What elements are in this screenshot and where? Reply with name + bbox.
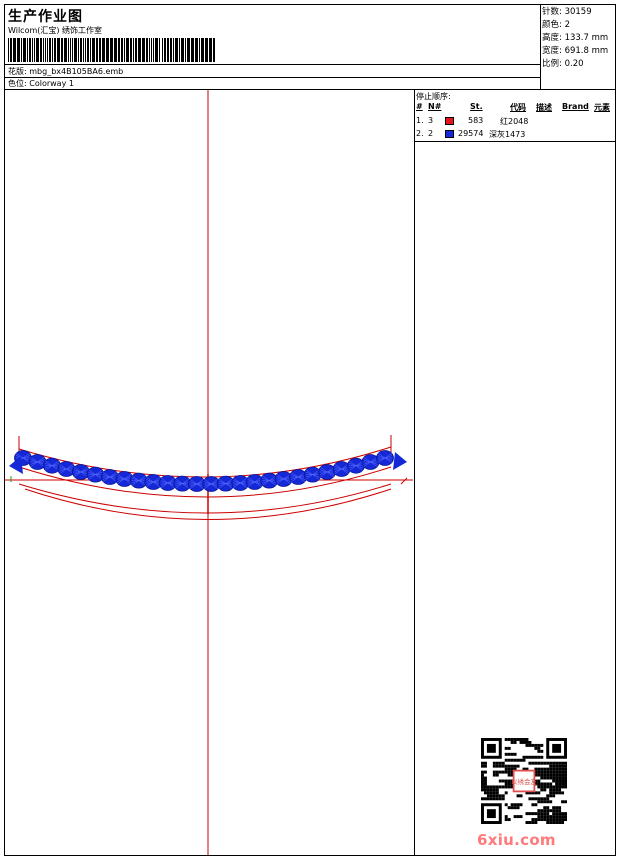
spec-scale: 比例: 0.20 xyxy=(542,59,584,69)
design-preview xyxy=(5,90,413,855)
spec-height: 高度: 133.7 mm xyxy=(542,33,609,43)
spec-colors: 颜色: 2 xyxy=(542,20,570,30)
spec-stitches: 针数: 30159 xyxy=(542,7,592,17)
seal-text: 以绣会友 xyxy=(511,777,538,786)
production-worksheet: 生产作业图 Wilcom(汇宝) 绣饰工作室 花版: mbg_bx4B105BA… xyxy=(4,4,616,856)
barcode-icon xyxy=(8,38,215,62)
color-swatch xyxy=(445,130,454,138)
divider xyxy=(5,64,541,65)
spec-width: 宽度: 691.8 mm xyxy=(542,46,609,56)
col-needle: N# xyxy=(428,102,442,111)
design-file-row: 花版: mbg_bx4B105BA6.emb xyxy=(8,66,123,77)
design-file-name: mbg_bx4B105BA6.emb xyxy=(29,67,124,76)
color-swatch xyxy=(445,117,454,125)
site-logo: 6xiu.com xyxy=(477,831,556,849)
company-name: Wilcom(汇宝) 绣饰工作室 xyxy=(8,26,103,35)
col-element: 元素 xyxy=(594,103,610,112)
divider xyxy=(414,141,615,142)
col-brand: Brand xyxy=(562,102,589,111)
colorway-label: 色位: xyxy=(8,79,27,88)
band-end-right xyxy=(393,452,407,470)
col-stitches: St. xyxy=(470,102,483,111)
colorway-row: 色位: Colorway 1 xyxy=(8,78,74,89)
divider xyxy=(540,5,541,89)
col-code: 代码 xyxy=(510,103,526,112)
design-label: 花版: xyxy=(8,67,27,76)
divider xyxy=(414,89,415,855)
qr-code-icon: 以绣会友 xyxy=(481,738,567,824)
end-arrow xyxy=(400,477,408,485)
design-specs: 针数: 30159 颜色: 2 高度: 133.7 mm 宽度: 691.8 m… xyxy=(542,6,608,71)
col-hash: # xyxy=(416,102,423,111)
col-description: 描述 xyxy=(536,103,552,112)
divider xyxy=(5,77,541,78)
stop-sequence-title: 停止顺序: xyxy=(416,92,451,101)
page-title: 生产作业图 xyxy=(8,9,83,25)
colorway-name: Colorway 1 xyxy=(29,79,74,88)
